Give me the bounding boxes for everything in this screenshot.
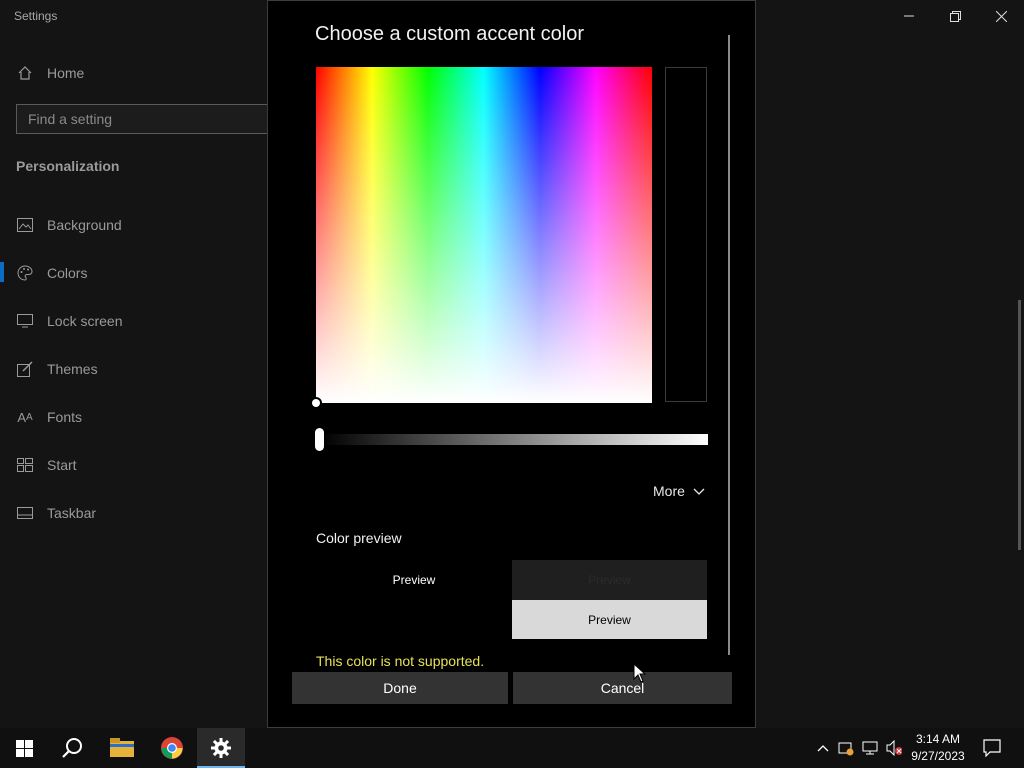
show-hidden-icons-button[interactable] bbox=[815, 740, 831, 756]
unsupported-color-warning: This color is not supported. bbox=[316, 653, 485, 669]
sidebar-item-taskbar[interactable]: Taskbar bbox=[16, 498, 96, 528]
search-icon bbox=[62, 738, 82, 758]
preview-dark-mode: Preview bbox=[392, 573, 436, 587]
done-button[interactable]: Done bbox=[292, 672, 508, 704]
mouse-pointer-icon bbox=[633, 663, 646, 683]
chevron-down-icon bbox=[693, 483, 705, 499]
search-button[interactable] bbox=[48, 728, 96, 768]
network-button[interactable] bbox=[862, 740, 878, 756]
sidebar-item-label: Start bbox=[47, 457, 77, 473]
restore-icon bbox=[949, 10, 961, 22]
action-center-button[interactable] bbox=[983, 739, 1001, 757]
chevron-up-icon bbox=[817, 745, 829, 752]
sidebar-item-themes[interactable]: Themes bbox=[16, 354, 98, 384]
clock-time: 3:14 AM bbox=[915, 732, 961, 746]
palette-icon bbox=[16, 265, 34, 281]
custom-color-dialog: Choose a custom accent color More Color … bbox=[267, 0, 756, 728]
close-icon bbox=[995, 10, 1007, 22]
sidebar-home[interactable]: Home bbox=[16, 58, 84, 88]
themes-icon bbox=[16, 361, 34, 377]
minimize-icon bbox=[904, 15, 914, 17]
sidebar-home-label: Home bbox=[47, 65, 85, 81]
sidebar-item-label: Taskbar bbox=[47, 505, 97, 521]
windows-logo-icon bbox=[15, 739, 33, 757]
sidebar-item-start[interactable]: Start bbox=[16, 450, 77, 480]
image-icon bbox=[16, 217, 34, 233]
start-icon bbox=[16, 457, 34, 473]
page-scrollbar[interactable] bbox=[1018, 300, 1021, 550]
sidebar-item-fonts[interactable]: AA Fonts bbox=[16, 402, 82, 432]
file-explorer-button[interactable] bbox=[98, 728, 146, 768]
spectrum-picker-handle[interactable] bbox=[310, 397, 322, 409]
network-icon bbox=[862, 741, 878, 755]
more-label: More bbox=[653, 483, 685, 499]
more-button[interactable]: More bbox=[653, 483, 705, 499]
color-swatch bbox=[665, 67, 707, 402]
dialog-title: Choose a custom accent color bbox=[315, 23, 585, 45]
preview-black-tile: Preview bbox=[512, 560, 707, 600]
sidebar-item-colors[interactable]: Colors bbox=[16, 258, 87, 288]
chrome-button[interactable] bbox=[148, 728, 196, 768]
lock-screen-icon bbox=[16, 313, 34, 329]
taskbar-icon bbox=[16, 505, 34, 521]
dialog-scrollbar[interactable] bbox=[728, 35, 730, 655]
sidebar-item-lock-screen[interactable]: Lock screen bbox=[16, 306, 122, 336]
volume-muted-icon bbox=[886, 740, 902, 756]
volume-button[interactable] bbox=[886, 740, 902, 756]
minimize-button[interactable] bbox=[886, 0, 932, 32]
gear-icon bbox=[211, 738, 231, 758]
sidebar-item-label: Background bbox=[47, 217, 122, 233]
home-icon bbox=[16, 65, 34, 81]
sidebar-item-label: Themes bbox=[47, 361, 98, 377]
cancel-button[interactable]: Cancel bbox=[513, 672, 732, 704]
selection-indicator bbox=[0, 262, 4, 282]
search-input[interactable]: Find a setting bbox=[16, 104, 276, 134]
sidebar-item-label: Lock screen bbox=[47, 313, 123, 329]
fonts-icon: AA bbox=[17, 409, 33, 425]
color-preview-label: Color preview bbox=[316, 530, 402, 546]
restore-button[interactable] bbox=[932, 0, 978, 32]
update-notification-icon bbox=[838, 742, 854, 756]
window-title: Settings bbox=[14, 9, 58, 23]
close-button[interactable] bbox=[978, 0, 1024, 32]
sidebar-item-background[interactable]: Background bbox=[16, 210, 122, 240]
sidebar-item-label: Fonts bbox=[47, 409, 83, 425]
color-spectrum[interactable] bbox=[316, 67, 652, 403]
preview-light-mode: Preview bbox=[512, 600, 707, 639]
start-button[interactable] bbox=[0, 728, 48, 768]
section-title: Personalization bbox=[16, 158, 120, 174]
notification-icon bbox=[983, 739, 1001, 757]
system-clock[interactable]: 3:14 AM 9/27/2023 bbox=[908, 731, 968, 765]
taskbar bbox=[0, 728, 1024, 768]
clock-date: 9/27/2023 bbox=[911, 749, 965, 763]
folder-icon bbox=[110, 738, 134, 757]
sidebar-item-label: Colors bbox=[47, 265, 88, 281]
tray-app-icon[interactable] bbox=[838, 740, 854, 756]
brightness-slider-thumb[interactable] bbox=[315, 428, 324, 451]
settings-taskbar-button[interactable] bbox=[197, 728, 245, 768]
chrome-icon bbox=[161, 737, 183, 759]
brightness-slider[interactable] bbox=[320, 434, 708, 445]
